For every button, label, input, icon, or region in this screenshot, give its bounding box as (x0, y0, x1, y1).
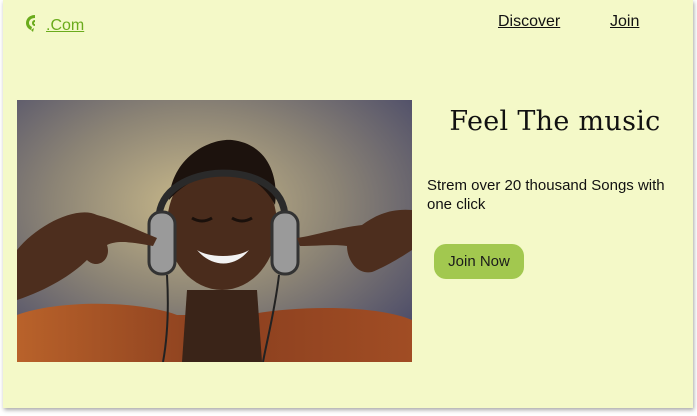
hero-subtext: Strem over 20 thousand Songs with one cl… (427, 177, 665, 213)
logo-text: .Com (46, 17, 85, 34)
music-listener-photo-icon (17, 100, 412, 362)
logo-link[interactable]: .Com (23, 12, 84, 34)
nav-discover-link[interactable]: Discover (498, 13, 560, 31)
join-now-button[interactable]: Join Now (434, 244, 524, 279)
page-frame: .Com Discover Join Feel The music Strem … (3, 0, 693, 408)
logo-icon (23, 12, 45, 34)
nav-join-link[interactable]: Join (610, 13, 639, 31)
hero-headline: Feel The music (449, 106, 661, 137)
hero-image (17, 100, 412, 362)
